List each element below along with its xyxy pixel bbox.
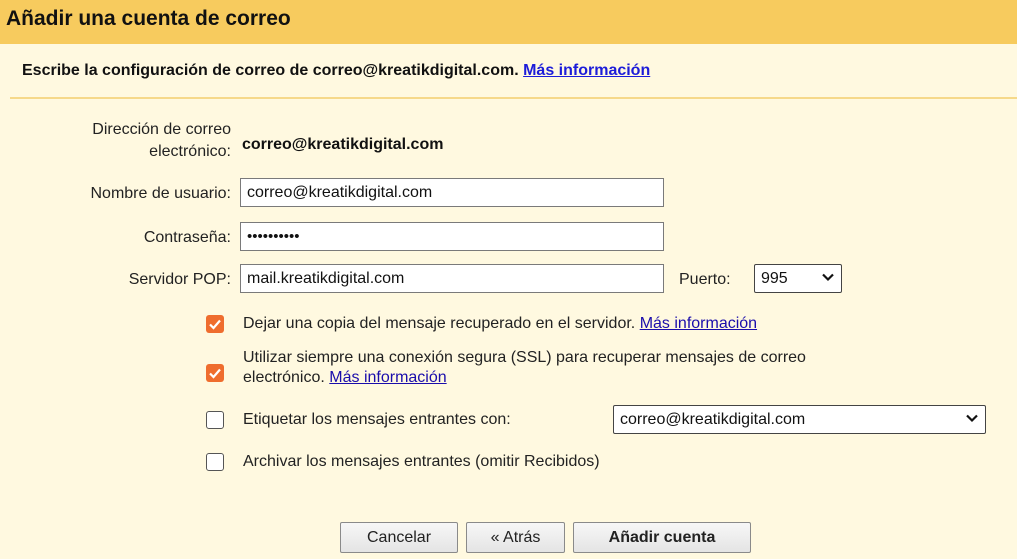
password-label: Contraseña: bbox=[143, 229, 231, 246]
password-field[interactable]: •••••••••• bbox=[240, 222, 664, 251]
dialog-header: Añadir una cuenta de correo bbox=[0, 0, 1017, 44]
back-button[interactable]: « Atrás bbox=[466, 522, 565, 553]
keep-copy-label: Dejar una copia del mensaje recuperado e… bbox=[243, 315, 636, 332]
pop-server-label: Servidor POP: bbox=[128, 271, 231, 288]
checkmark-icon bbox=[209, 319, 221, 330]
divider bbox=[10, 97, 1017, 99]
port-value: 995 bbox=[761, 270, 788, 287]
ssl-label-line1: Utilizar siempre una conexión segura (SS… bbox=[243, 349, 806, 366]
email-label-line1: Dirección de correo bbox=[92, 121, 231, 138]
archive-incoming-checkbox[interactable] bbox=[206, 453, 224, 471]
keep-copy-more-info-link[interactable]: Más información bbox=[640, 315, 757, 332]
add-account-button[interactable]: Añadir cuenta bbox=[573, 522, 751, 553]
ssl-label-line2: electrónico. bbox=[243, 369, 325, 386]
port-select[interactable]: 995 bbox=[754, 264, 842, 293]
username-label: Nombre de usuario: bbox=[90, 185, 231, 202]
archive-incoming-label: Archivar los mensajes entrantes (omitir … bbox=[243, 453, 600, 470]
label-select-value: correo@kreatikdigital.com bbox=[620, 411, 806, 428]
keep-copy-checkbox[interactable] bbox=[206, 315, 224, 333]
dialog-title: Añadir una cuenta de correo bbox=[6, 7, 291, 30]
label-select[interactable]: correo@kreatikdigital.com bbox=[613, 405, 986, 434]
chevron-down-icon bbox=[966, 414, 978, 423]
keep-copy-option: Dejar una copia del mensaje recuperado e… bbox=[243, 314, 757, 334]
pop-server-field[interactable]: mail.kreatikdigital.com bbox=[240, 264, 664, 293]
username-field[interactable]: correo@kreatikdigital.com bbox=[240, 178, 664, 207]
instructions-text: Escribe la configuración de correo de co… bbox=[22, 62, 519, 79]
label-incoming-checkbox[interactable] bbox=[206, 411, 224, 429]
cancel-button[interactable]: Cancelar bbox=[340, 522, 458, 553]
checkmark-icon bbox=[209, 368, 221, 379]
ssl-option: Utilizar siempre una conexión segura (SS… bbox=[243, 348, 806, 388]
chevron-down-icon bbox=[822, 273, 834, 282]
port-label: Puerto: bbox=[679, 271, 731, 288]
instructions: Escribe la configuración de correo de co… bbox=[22, 62, 650, 80]
label-incoming-label: Etiquetar los mensajes entrantes con: bbox=[243, 411, 511, 428]
more-info-link[interactable]: Más información bbox=[523, 62, 650, 79]
ssl-more-info-link[interactable]: Más información bbox=[329, 369, 446, 386]
ssl-checkbox[interactable] bbox=[206, 364, 224, 382]
email-label-line2: electrónico: bbox=[149, 143, 231, 160]
email-label: Dirección de correo electrónico: bbox=[92, 120, 231, 162]
email-value: correo@kreatikdigital.com bbox=[242, 136, 444, 153]
